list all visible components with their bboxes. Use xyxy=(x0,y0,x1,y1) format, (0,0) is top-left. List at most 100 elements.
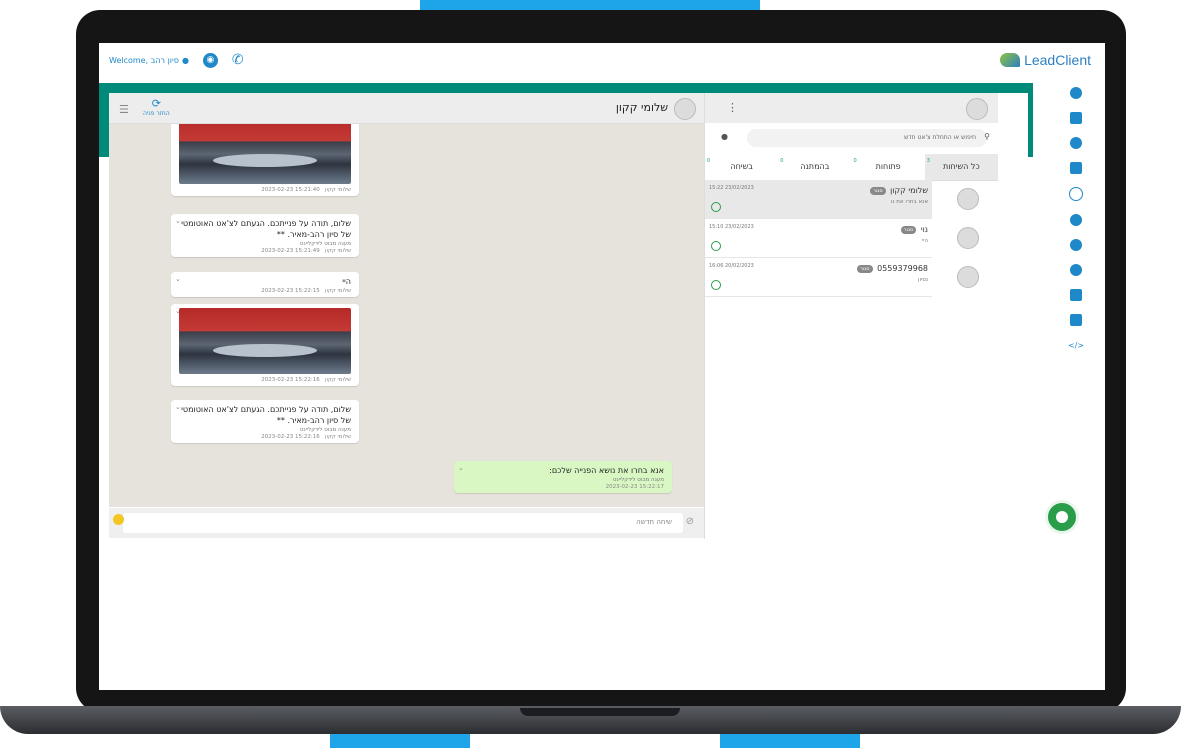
conversation-name-text: נוי xyxy=(920,225,928,234)
tablet-icon[interactable] xyxy=(1070,112,1082,124)
conversation-item[interactable]: 15:10 23/02/2023 נוי סגור היי xyxy=(705,219,979,258)
conversation-name: נוי סגור xyxy=(900,225,928,234)
message-text[interactable]: ⌄ שלום, תודה על פנייתכם. הגעתם לצ'אט האו… xyxy=(171,400,359,443)
search-placeholder: חיפוש או התחלת צ'אט חדש xyxy=(904,134,976,141)
message-meta: שלומי קקון 15:22:16 2023-02-23 xyxy=(171,433,359,443)
message-time: 15:22:17 2023-02-23 xyxy=(605,484,664,490)
logo-text: LeadClient xyxy=(1024,52,1091,68)
conversation-time: 15:10 23/02/2023 xyxy=(709,224,754,230)
phone-icon[interactable]: ✆ xyxy=(232,52,244,68)
message-sender: שלומי קקון xyxy=(324,248,351,254)
side-nav: </> xyxy=(1051,87,1101,377)
avatar xyxy=(957,188,979,210)
tab-count: 3 xyxy=(926,158,930,164)
top-user-area: Welcome, סיון רהב ● ◉ ✆ xyxy=(109,52,244,68)
chat-list-pane: ⋮ ● ⚲ חיפוש או התחלת צ'אט חדש כל השיחות 3… xyxy=(704,93,1028,539)
message-input-placeholder: שיחה חדשה xyxy=(636,518,672,526)
message-image[interactable]: ⌄ שלומי קקון 15:22:16 2023-02-23 xyxy=(171,304,359,386)
logo-mark-icon xyxy=(1000,53,1021,67)
avatar xyxy=(674,98,696,120)
code-icon[interactable]: </> xyxy=(1068,339,1084,351)
message-body: שלום, תודה על פנייתכם. הגעתם לצ'אט האוטו… xyxy=(181,219,351,239)
user-icon[interactable] xyxy=(1070,264,1082,276)
message-image[interactable]: שלומי קקון 15:21:40 2023-02-23 xyxy=(171,124,359,196)
chat-widget-button[interactable] xyxy=(1045,500,1079,534)
conversation-item[interactable]: 15:22 23/02/2023 שלומי קקון סגור אנא בחר… xyxy=(705,180,979,219)
chat-bubbles-icon[interactable] xyxy=(1070,137,1082,149)
logo: LeadClient xyxy=(1000,52,1091,68)
message-body: שלום, תודה על פנייתכם. הגעתם לצ'אט האוטו… xyxy=(181,405,351,425)
message-time: 15:21:40 2023-02-23 xyxy=(261,187,320,193)
message-text[interactable]: ⌄ שלום, תודה על פנייתכם. הגעתם לצ'אט האו… xyxy=(171,214,359,257)
tab-label: כל השיחות xyxy=(943,162,980,171)
conversation-time: 15:22 23/02/2023 xyxy=(709,185,754,191)
message-meta: שלומי קקון 15:22:16 2023-02-23 xyxy=(171,376,359,386)
tab-in-call[interactable]: בשיחה 0 xyxy=(705,154,778,180)
conversation-name-text: שלומי קקון xyxy=(890,186,928,195)
message-body: היי xyxy=(342,277,351,286)
tab-waiting[interactable]: בהמתנה 0 xyxy=(778,154,851,180)
composer: שיחה חדשה ⊘ xyxy=(109,508,704,538)
conversation-preview: אנא בחרו את נו xyxy=(890,199,928,205)
message-sender: שלומי קקון xyxy=(324,377,351,383)
chevron-down-icon[interactable]: ⌄ xyxy=(175,275,181,283)
search-icon: ⚲ xyxy=(984,132,990,141)
spinner-icon: ⟳ xyxy=(151,97,161,110)
tab-count: 0 xyxy=(780,158,784,164)
chevron-down-icon[interactable]: ⌄ xyxy=(458,464,464,472)
tab-label: בשיחה xyxy=(730,162,753,171)
whatsapp-icon[interactable] xyxy=(1069,187,1083,201)
dashboard-icon[interactable] xyxy=(1070,87,1082,99)
message-meta: שלומי קקון 15:22:15 2023-02-23 xyxy=(171,287,359,297)
whatsapp-icon xyxy=(711,280,721,290)
emoji-icon[interactable] xyxy=(113,514,124,525)
globe-icon[interactable]: ◉ xyxy=(202,52,218,68)
message-meta: שלומי קקון 15:21:49 2023-02-23 xyxy=(171,247,359,257)
tab-all[interactable]: כל השיחות 3 xyxy=(924,154,998,180)
top-bar: Welcome, סיון רהב ● ◉ ✆ LeadClient xyxy=(99,43,1105,81)
conversation-name: 0559379968 סגור xyxy=(857,264,928,273)
message-bot-label: מענה מבוט לידקליינט xyxy=(612,477,664,483)
message-bot-label: מענה מבוט לידקליינט xyxy=(299,427,351,433)
avatar xyxy=(957,266,979,288)
avatar[interactable] xyxy=(966,98,988,120)
paperclip-icon[interactable]: ⊘ xyxy=(686,516,694,527)
user-icon: ● xyxy=(181,55,189,65)
pie-chart-icon[interactable] xyxy=(1070,239,1082,251)
message-sender: שלומי קקון xyxy=(324,187,351,193)
user-circle-icon[interactable] xyxy=(1070,214,1082,226)
conversation-time: 16:06 20/02/2023 xyxy=(709,263,754,269)
whatsapp-icon xyxy=(711,202,721,212)
message-input[interactable] xyxy=(123,513,683,533)
menu-icon[interactable]: ☰ xyxy=(119,103,129,116)
conversation-name: שלומי קקון סגור xyxy=(870,186,928,195)
laptop-notch xyxy=(520,708,680,716)
message-list: שלומי קקון 15:21:40 2023-02-23 ⌄ שלום, ת… xyxy=(109,124,704,507)
conversation-name-text: 0559379968 xyxy=(877,264,928,273)
tab-label: פתוחות xyxy=(875,162,901,171)
message-sender: שלומי קקון xyxy=(324,288,351,294)
chat-app: ☰ ⟳ החזר פניה שלומי קקון שלומי קקון 15:2… xyxy=(109,93,1028,539)
whatsapp-icon xyxy=(711,241,721,251)
close-conversation-button[interactable]: ⟳ החזר פניה xyxy=(143,97,170,117)
message-sender: שלומי קקון xyxy=(324,434,351,440)
new-chat-icon[interactable]: ● xyxy=(721,132,728,141)
conversation-item[interactable]: 16:06 20/02/2023 0559379968 סגור נסיון xyxy=(705,258,979,297)
welcome-link[interactable]: Welcome, סיון רהב ● xyxy=(109,56,189,65)
message-outgoing[interactable]: ⌄ אנא בחרו את נושא הפנייה שלכם: מענה מבו… xyxy=(454,461,672,493)
message-text[interactable]: ⌄ היי שלומי קקון 15:22:15 2023-02-23 xyxy=(171,272,359,297)
tab-open[interactable]: פתוחות 0 xyxy=(852,154,925,180)
chevron-down-icon[interactable]: ⌄ xyxy=(175,403,181,411)
message-time: 15:21:49 2023-02-23 xyxy=(261,248,320,254)
welcome-text: Welcome, סיון רהב xyxy=(109,55,179,65)
tab-count: 0 xyxy=(853,158,857,164)
document-icon[interactable] xyxy=(1070,162,1082,174)
status-badge: סגור xyxy=(857,264,873,273)
chevron-down-icon[interactable]: ⌄ xyxy=(175,217,181,225)
kebab-menu-icon[interactable]: ⋮ xyxy=(727,101,738,114)
decorative-band xyxy=(720,734,860,748)
envelope-icon[interactable] xyxy=(1070,314,1082,326)
conversation-preview: היי xyxy=(921,238,928,244)
credit-card-icon[interactable] xyxy=(1070,289,1082,301)
status-badge: סגור xyxy=(900,225,917,234)
